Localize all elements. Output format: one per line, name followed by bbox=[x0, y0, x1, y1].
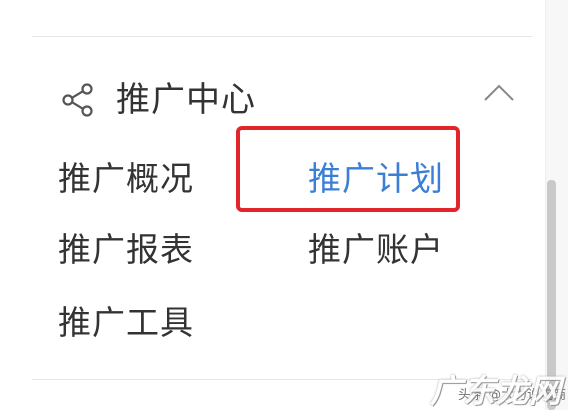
section-header-promotion-center[interactable]: 推广中心 bbox=[60, 72, 514, 128]
section-title: 推广中心 bbox=[116, 80, 256, 120]
menu-item-tools[interactable]: 推广工具 bbox=[58, 306, 194, 339]
divider bbox=[32, 36, 532, 37]
share-icon bbox=[60, 82, 96, 118]
menu-item-report[interactable]: 推广报表 bbox=[58, 233, 194, 266]
menu-item-account[interactable]: 推广账户 bbox=[308, 233, 444, 266]
sidebar-menu-panel: 推广中心 推广概况 推广计划 推广报表 推广账户 推广工具 头条 @大力说电商 … bbox=[0, 0, 568, 410]
chevron-up-icon[interactable] bbox=[482, 80, 516, 104]
menu-item-overview[interactable]: 推广概况 bbox=[58, 162, 194, 195]
watermark-logo: 广东龙网 bbox=[430, 372, 563, 410]
menu-item-plan[interactable]: 推广计划 bbox=[308, 162, 444, 195]
